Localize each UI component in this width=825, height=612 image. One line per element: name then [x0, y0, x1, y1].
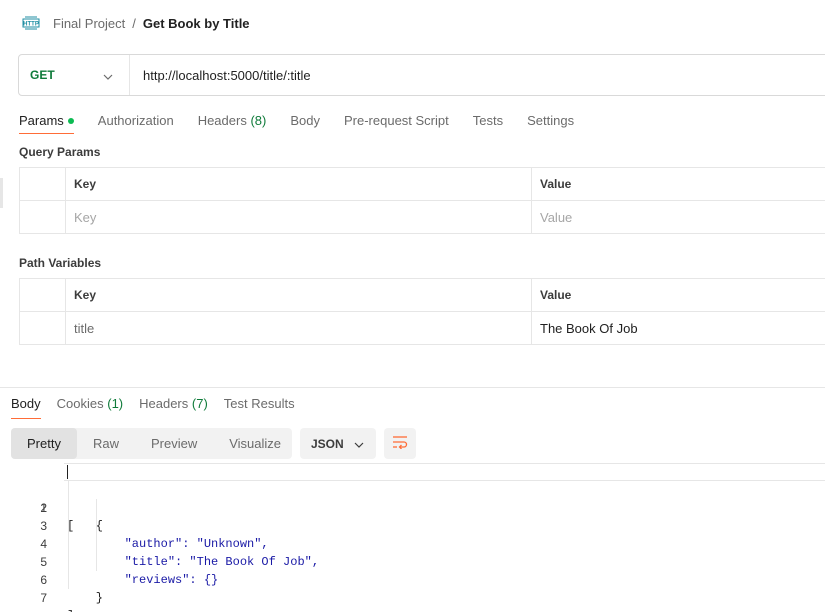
current-line-highlight — [64, 463, 825, 481]
tab-cookies[interactable]: Cookies (1) — [57, 395, 123, 419]
pane-divider[interactable] — [0, 387, 825, 388]
view-visualize-button[interactable]: Visualize — [213, 428, 297, 459]
tab-test-results-label: Test Results — [223, 396, 295, 411]
tab-headers-label: Headers — [197, 113, 247, 128]
chevron-down-icon — [103, 68, 113, 83]
view-preview-button[interactable]: Preview — [135, 428, 213, 459]
code-line: 1 [ — [0, 463, 825, 533]
method-label: GET — [30, 68, 55, 82]
tab-pre-request-script[interactable]: Pre-request Script — [344, 108, 449, 134]
response-body-viewer[interactable]: 1 [ 2 { 3 "author": "Unknown", 4 "title"… — [0, 463, 825, 612]
value-column-header: Value — [531, 167, 825, 201]
chevron-down-icon — [354, 436, 364, 451]
svg-text:HTTP: HTTP — [23, 22, 39, 28]
path-variable-value[interactable]: The Book Of Job — [531, 311, 825, 345]
tab-params-label: Params — [19, 113, 64, 128]
view-raw-button[interactable]: Raw — [77, 428, 135, 459]
breadcrumb: HTTP Final Project / Get Book by Title — [22, 12, 250, 34]
tab-response-body[interactable]: Body — [11, 395, 41, 419]
row-checkbox[interactable] — [19, 200, 66, 234]
tab-cookies-label: Cookies — [56, 396, 104, 411]
checkbox-column-header — [19, 167, 66, 201]
path-variables-title: Path Variables — [19, 256, 102, 270]
code-line: 3 "author": "Unknown", — [0, 499, 825, 551]
url-input[interactable] — [130, 55, 825, 95]
key-column-header: Key — [65, 278, 532, 312]
value-input[interactable]: Value — [531, 200, 825, 234]
text-cursor — [67, 465, 68, 479]
tab-test-results[interactable]: Test Results — [224, 395, 295, 419]
value-column-header: Value — [531, 278, 825, 312]
view-pretty-button[interactable]: Pretty — [11, 428, 77, 459]
code-text: } — [67, 591, 104, 605]
breadcrumb-parent[interactable]: Final Project — [53, 16, 125, 31]
tab-response-headers-count: (7) — [191, 396, 208, 411]
tab-tests-label: Tests — [472, 113, 504, 128]
method-select[interactable]: GET — [19, 55, 130, 95]
query-params-table: Key Value Key Value — [19, 167, 825, 234]
tab-response-headers-label: Headers — [139, 396, 189, 411]
status-dot — [67, 118, 74, 124]
tab-params[interactable]: Params — [19, 108, 74, 134]
tab-authorization[interactable]: Authorization — [98, 108, 174, 134]
panel-edge — [0, 178, 3, 208]
tab-body-label: Body — [290, 113, 320, 128]
key-input[interactable]: Key — [65, 200, 532, 234]
tab-settings[interactable]: Settings — [527, 108, 574, 134]
format-label: JSON — [311, 436, 344, 451]
tab-settings-label: Settings — [527, 113, 575, 128]
code-line: 7 ] — [0, 571, 825, 612]
request-title[interactable]: Get Book by Title — [143, 16, 250, 31]
row-checkbox — [19, 311, 66, 345]
request-tabs: Params Authorization Headers (8) Body Pr… — [19, 108, 598, 136]
table-row: title The Book Of Job — [19, 311, 825, 345]
tab-headers-count: (8) — [250, 113, 267, 128]
http-icon: HTTP — [22, 15, 40, 31]
code-text: ] — [67, 607, 74, 612]
url-bar: GET — [18, 54, 825, 96]
tab-response-headers[interactable]: Headers (7) — [139, 395, 208, 419]
code-line: 6 } — [0, 553, 825, 605]
tab-response-body-label: Body — [11, 396, 41, 411]
tab-headers[interactable]: Headers (8) — [198, 108, 267, 134]
table-header-row: Key Value — [19, 278, 825, 312]
table-row: Key Value — [19, 200, 825, 234]
tab-pre-request-script-label: Pre-request Script — [343, 113, 449, 128]
view-mode-group: Pretty Raw Preview Visualize — [11, 428, 292, 459]
query-params-title: Query Params — [19, 145, 101, 159]
line-number: 7 — [40, 591, 47, 605]
checkbox-column-header — [19, 278, 66, 312]
wrap-lines-button[interactable] — [384, 428, 416, 459]
tab-body[interactable]: Body — [290, 108, 320, 134]
table-header-row: Key Value — [19, 167, 825, 201]
format-select[interactable]: JSON — [300, 428, 376, 459]
wrap-lines-icon — [392, 435, 408, 452]
tab-tests[interactable]: Tests — [473, 108, 503, 134]
response-tabs: Body Cookies (1) Headers (7) Test Result… — [11, 395, 311, 421]
tab-authorization-label: Authorization — [97, 113, 174, 128]
key-column-header: Key — [65, 167, 532, 201]
path-variable-key: title — [65, 311, 532, 345]
tab-cookies-count: (1) — [107, 396, 124, 411]
app-window: HTTP Final Project / Get Book by Title G… — [0, 0, 825, 612]
breadcrumb-separator: / — [132, 15, 136, 31]
path-variables-table: Key Value title The Book Of Job — [19, 278, 825, 345]
code-line: 5 "reviews": {} — [0, 535, 825, 587]
code-line: 4 "title": "The Book Of Job", — [0, 517, 825, 569]
code-line: 2 { — [0, 481, 825, 533]
